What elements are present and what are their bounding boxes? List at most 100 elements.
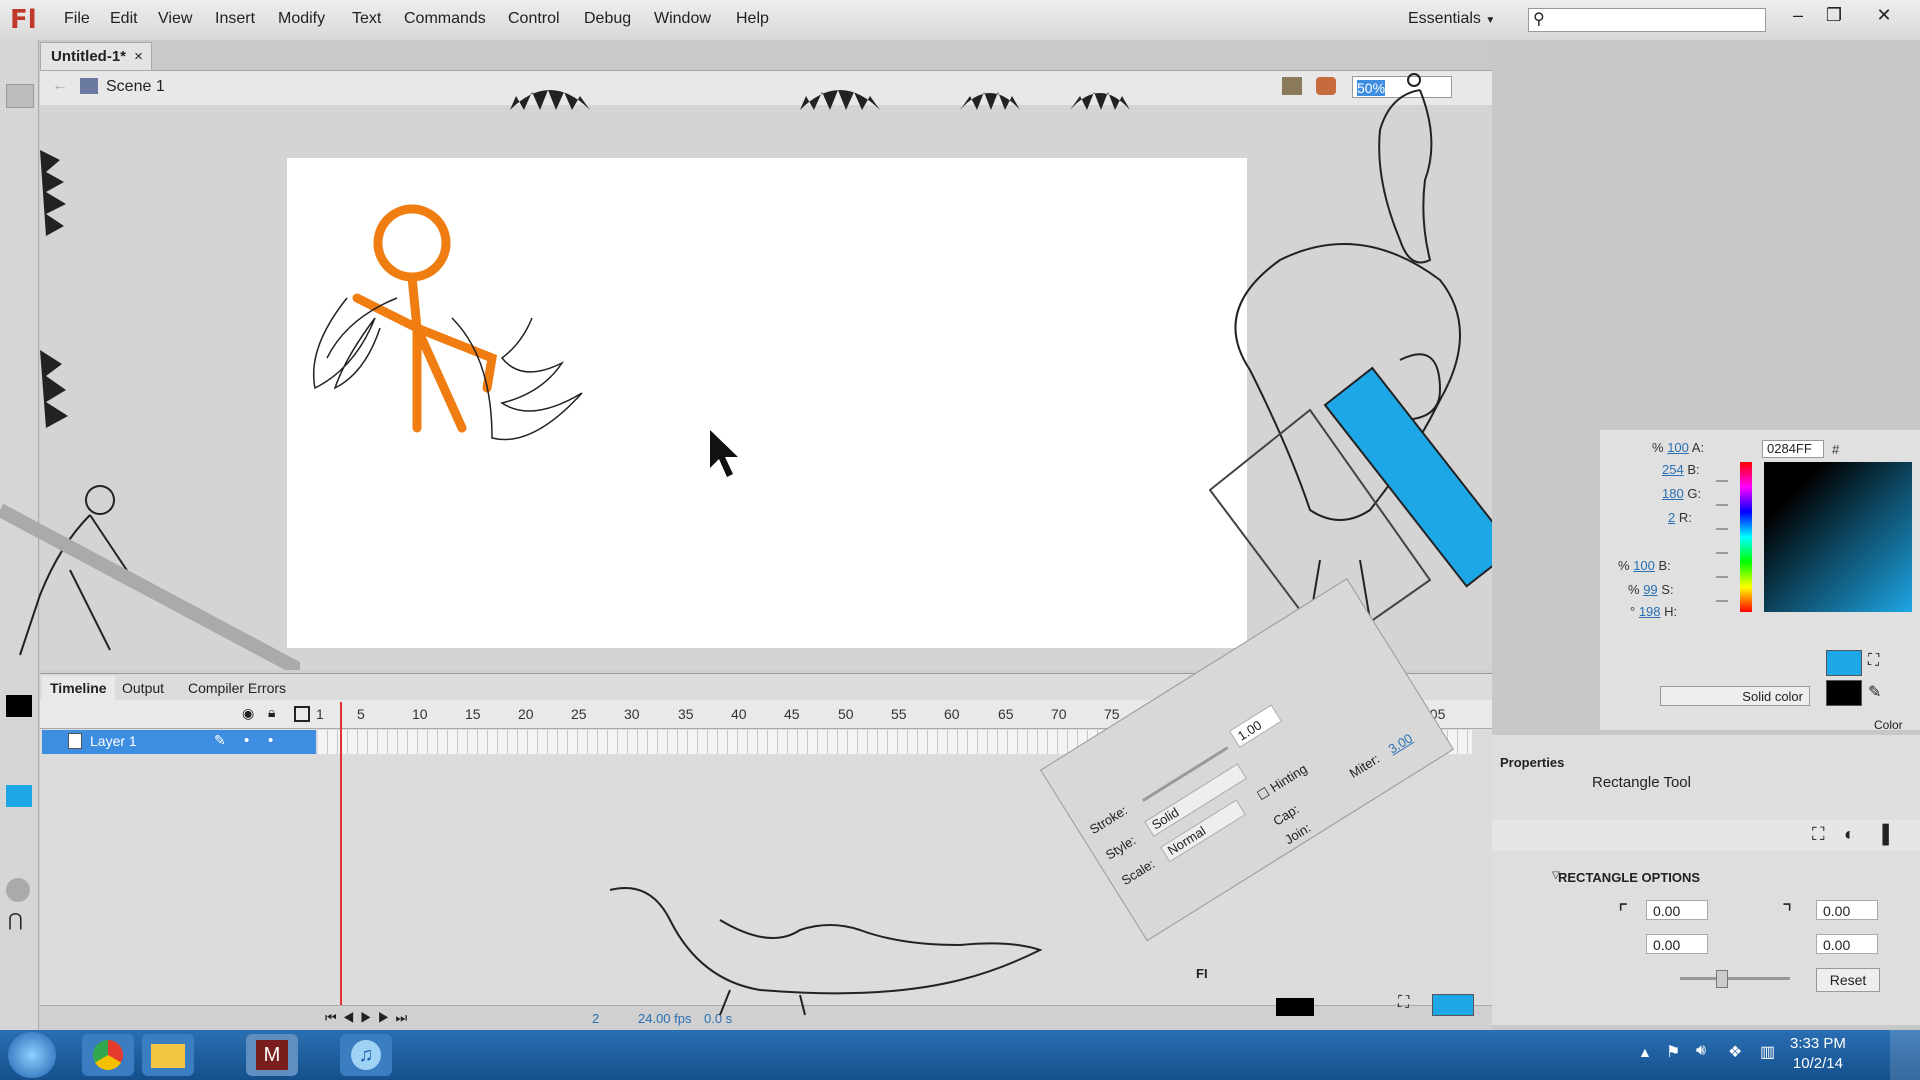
fill-type-dropdown[interactable]: Solid color: [1660, 686, 1810, 706]
mouse-cursor-icon: [710, 430, 738, 477]
fill-bucket-icon[interactable]: ⛶: [1398, 994, 1409, 1012]
pencil-stroke-icon[interactable]: ✎: [1868, 682, 1881, 702]
menu-file[interactable]: File: [64, 10, 90, 28]
tab-output[interactable]: Output: [114, 676, 172, 700]
menu-view[interactable]: View: [158, 10, 192, 28]
chevron-down-icon: ▼: [1485, 15, 1496, 26]
menu-control[interactable]: Control: [508, 10, 560, 28]
menu-insert[interactable]: Insert: [215, 10, 255, 28]
workspace-label: Essentials: [1408, 10, 1481, 27]
close-tab-icon[interactable]: ×: [134, 48, 143, 65]
color-field-green: 180 G:: [1662, 486, 1702, 501]
paint-bucket-icon[interactable]: ⛶: [1868, 652, 1879, 670]
restore-button[interactable]: ❐: [1818, 2, 1850, 28]
workspace-switcher[interactable]: Essentials ▼: [1408, 10, 1495, 28]
lock-dot-icon[interactable]: •: [268, 732, 273, 749]
hex-value: 0284FF: [1767, 441, 1812, 456]
hex-prefix: #: [1832, 442, 1840, 457]
fill-color-swatch[interactable]: [6, 785, 32, 807]
outline-icon[interactable]: [294, 706, 310, 722]
align-icon[interactable]: ▐: [1876, 824, 1889, 845]
start-button[interactable]: [8, 1032, 56, 1078]
fill-color-chip[interactable]: [1432, 994, 1474, 1016]
hex-field[interactable]: 0284FF: [1762, 440, 1824, 458]
flag-icon[interactable]: ⚑: [1666, 1042, 1680, 1062]
layer-name: Layer 1: [90, 733, 137, 749]
crouching-figure-icon: [19, 485, 161, 656]
stroke-swatch[interactable]: [1826, 680, 1862, 706]
menu-modify[interactable]: Modify: [278, 10, 325, 28]
tab-timeline[interactable]: Timeline: [42, 676, 115, 700]
corner-radius-field[interactable]: 0.00: [1646, 934, 1708, 954]
scale-label: Scale:: [1118, 856, 1158, 888]
spike-decor-icon: [510, 90, 1130, 110]
hinting-checkbox[interactable]: ☐ Hinting: [1254, 761, 1310, 804]
tab-compiler-errors[interactable]: Compiler Errors: [180, 676, 294, 700]
collapse-arrow-icon[interactable]: ▽: [1552, 870, 1560, 881]
show-hidden-icons[interactable]: ▲: [1638, 1044, 1652, 1060]
itunes-taskbar-icon[interactable]: ♫: [340, 1034, 392, 1076]
visibility-dot-icon[interactable]: •: [244, 732, 249, 749]
chrome-taskbar-icon[interactable]: [82, 1034, 134, 1076]
corner-slider[interactable]: [1680, 977, 1790, 980]
playhead[interactable]: [340, 702, 342, 1022]
color-picker-field[interactable]: [1764, 462, 1912, 612]
app-logo: Fl: [10, 5, 37, 35]
fill-swatch[interactable]: [1826, 650, 1862, 676]
wings-sketch-icon: [312, 297, 583, 441]
slider-handle[interactable]: [1716, 970, 1728, 988]
circle-tool-icon[interactable]: ◐: [1844, 824, 1855, 845]
color-mode-radios[interactable]: [1716, 468, 1728, 612]
menu-text[interactable]: Text: [352, 10, 381, 28]
stroke-color-swatch[interactable]: [6, 695, 32, 717]
search-icon: ⚲: [1533, 11, 1545, 28]
menu-commands[interactable]: Commands: [404, 10, 486, 28]
color-field-blue: 254 B:: [1662, 462, 1700, 477]
fill-type-value: Solid color: [1742, 689, 1803, 704]
frame-number: 10: [412, 706, 428, 722]
menu-help[interactable]: Help: [736, 10, 769, 28]
flash-taskbar-icon[interactable]: M: [246, 1034, 298, 1076]
menu-edit[interactable]: Edit: [110, 10, 138, 28]
volume-icon[interactable]: 🔊︎: [1696, 1042, 1706, 1060]
minimize-button[interactable]: –: [1782, 2, 1814, 28]
eye-icon[interactable]: ◉: [242, 705, 254, 722]
corner-radius-icon: ⌝: [1782, 900, 1793, 925]
close-window-button[interactable]: ✕: [1868, 2, 1900, 28]
layer-row[interactable]: Layer 1 ✎ • •: [42, 730, 316, 754]
show-desktop-button[interactable]: [1890, 1030, 1920, 1080]
lock-icon[interactable]: 🔒︎: [268, 704, 275, 721]
tab-properties[interactable]: Properties: [1500, 755, 1564, 770]
frame-number: 50: [838, 706, 854, 722]
menu-window[interactable]: Window: [654, 10, 711, 28]
frame-number: 65: [998, 706, 1014, 722]
transform-icon[interactable]: ⛶: [1812, 824, 1825, 845]
corner-radius-field[interactable]: 0.00: [1646, 900, 1708, 920]
corner-radius-field[interactable]: 0.00: [1816, 900, 1878, 920]
tool-name: Rectangle Tool: [1592, 774, 1691, 791]
hue-slider[interactable]: [1740, 462, 1752, 612]
menu-debug[interactable]: Debug: [584, 10, 631, 28]
corner-radius-field[interactable]: 0.00: [1816, 934, 1878, 954]
system-clock[interactable]: 3:33 PM 10/2/14: [1790, 1034, 1846, 1074]
hinting-label: Hinting: [1267, 760, 1310, 796]
document-tab-title: Untitled-1*: [51, 48, 126, 65]
pencil-icon[interactable]: ✎: [214, 732, 226, 749]
help-search-input[interactable]: ⚲: [1528, 8, 1766, 32]
reset-button[interactable]: Reset: [1816, 968, 1880, 992]
left-figure-sketch: [0, 485, 300, 670]
selection-tool-icon[interactable]: [6, 84, 34, 108]
playback-controls[interactable]: ⏮◀▶▶⏭: [325, 1010, 413, 1026]
miter-value[interactable]: 3.00: [1386, 730, 1415, 756]
network-icon[interactable]: ▥: [1760, 1042, 1775, 1062]
object-drawing-icon[interactable]: [6, 878, 30, 902]
miter-label: Miter:: [1346, 751, 1383, 781]
stroke-width-field[interactable]: 1.00: [1229, 704, 1283, 748]
stage-drawing: [312, 204, 738, 477]
explorer-taskbar-icon[interactable]: [142, 1034, 194, 1076]
document-tab[interactable]: Untitled-1* ×: [40, 42, 152, 70]
stroke-color-chip[interactable]: [1276, 998, 1314, 1016]
current-frame[interactable]: 2: [592, 1011, 599, 1026]
dropbox-icon[interactable]: ❖: [1728, 1042, 1742, 1062]
snap-magnet-icon[interactable]: ⋂: [8, 910, 28, 932]
